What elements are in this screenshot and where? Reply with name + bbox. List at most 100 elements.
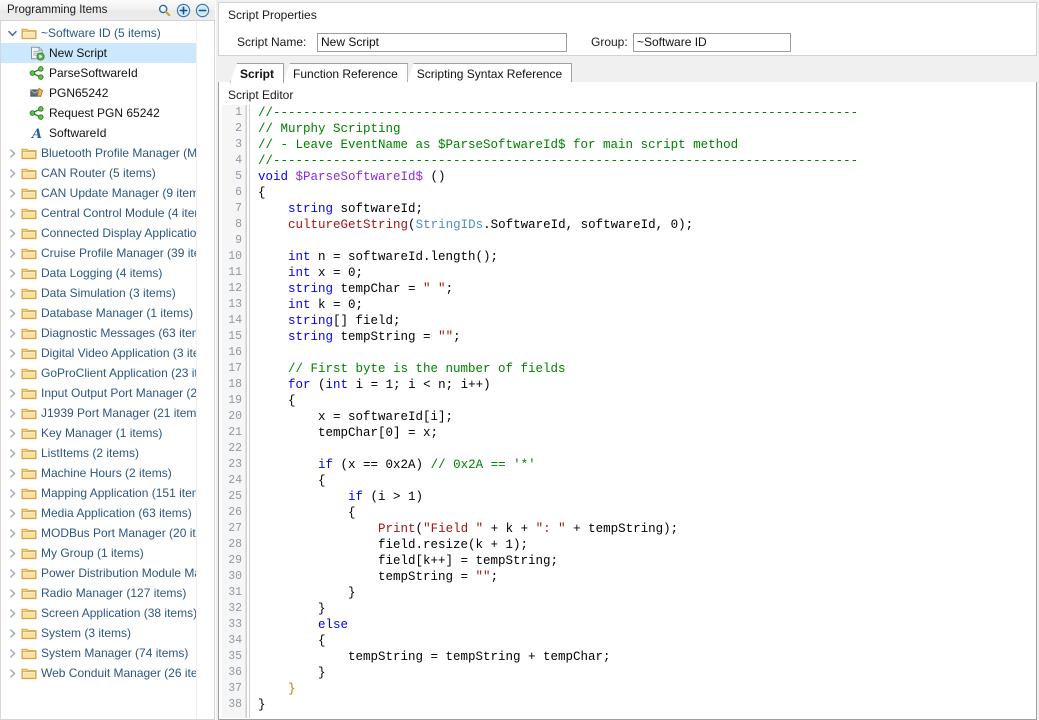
chevron-down-icon[interactable] <box>5 23 20 43</box>
code-line[interactable]: for (int i = 1; i < n; i++) <box>258 377 1033 393</box>
expand-all-icon[interactable] <box>176 3 191 18</box>
code-line[interactable]: int n = softwareId.length(); <box>258 249 1033 265</box>
code-line[interactable]: cultureGetString(StringIDs.SoftwareId, s… <box>258 217 1033 233</box>
chevron-right-icon[interactable] <box>5 663 20 683</box>
code-line[interactable]: int x = 0; <box>258 265 1033 281</box>
tree-group[interactable]: System Manager (74 items) <box>1 643 214 663</box>
code-line[interactable] <box>258 345 1033 361</box>
tab-script[interactable]: Script <box>230 63 285 83</box>
code-line[interactable]: int k = 0; <box>258 297 1033 313</box>
script-name-input[interactable] <box>317 32 567 52</box>
programming-items-tree-scroll[interactable]: ~Software ID (5 items) New Script ParseSof… <box>0 21 215 720</box>
code-line[interactable]: { <box>258 473 1033 489</box>
code-area[interactable]: 1 2 3 4 5 6 7 8 9 10 11 12 13 14 15 16 17 18 19 20 21 22 23 24 2… <box>222 104 1033 718</box>
tree-item[interactable]: PGN65242 <box>1 83 214 103</box>
collapse-all-icon[interactable] <box>195 3 210 18</box>
code-line[interactable]: //--------------------------------------… <box>258 105 1033 121</box>
code-line[interactable]: } <box>258 681 1033 697</box>
code-line[interactable]: //--------------------------------------… <box>258 153 1033 169</box>
code-line[interactable] <box>258 441 1033 457</box>
code-line[interactable]: void $ParseSoftwareId$ () <box>258 169 1033 185</box>
chevron-right-icon[interactable] <box>5 163 20 183</box>
tree-group[interactable]: CAN Router (5 items) <box>1 163 214 183</box>
chevron-right-icon[interactable] <box>5 303 20 323</box>
code-line[interactable]: // First byte is the number of fields <box>258 361 1033 377</box>
tree-group[interactable]: Input Output Port Manager (2 items) <box>1 383 214 403</box>
tree-group[interactable]: J1939 Port Manager (21 items) <box>1 403 214 423</box>
tree-group[interactable]: System (3 items) <box>1 623 214 643</box>
tree-group[interactable]: Cruise Profile Manager (39 items) <box>1 243 214 263</box>
tree-group[interactable]: Key Manager (1 items) <box>1 423 214 443</box>
chevron-right-icon[interactable] <box>5 223 20 243</box>
code-line[interactable]: } <box>258 697 1033 713</box>
tab-function-reference[interactable]: Function Reference <box>283 63 408 83</box>
code-line[interactable]: field[k++] = tempString; <box>258 553 1033 569</box>
tree-item[interactable]: Request PGN 65242 <box>1 103 214 123</box>
tree-group[interactable]: Screen Application (38 items) <box>1 603 214 623</box>
chevron-right-icon[interactable] <box>5 543 20 563</box>
tree-group[interactable]: ListItems (2 items) <box>1 443 214 463</box>
programming-items-tree[interactable]: ~Software ID (5 items) New Script ParseSof… <box>1 21 214 683</box>
tree-group[interactable]: CAN Update Manager (9 items) <box>1 183 214 203</box>
chevron-right-icon[interactable] <box>5 363 20 383</box>
chevron-right-icon[interactable] <box>5 643 20 663</box>
tree-group[interactable]: Web Conduit Manager (26 items) <box>1 663 214 683</box>
chevron-right-icon[interactable] <box>5 423 20 443</box>
chevron-right-icon[interactable] <box>5 183 20 203</box>
chevron-right-icon[interactable] <box>5 403 20 423</box>
code-line[interactable] <box>258 233 1033 249</box>
code-line[interactable]: // - Leave EventName as $ParseSoftwareId… <box>258 137 1033 153</box>
code-line[interactable]: Print("Field " + k + ": " + tempString); <box>258 521 1033 537</box>
code-line[interactable]: x = softwareId[i]; <box>258 409 1033 425</box>
code-line[interactable]: tempString = tempString + tempChar; <box>258 649 1033 665</box>
tree-scrollbar-track[interactable] <box>196 21 214 719</box>
code-line[interactable]: tempChar[0] = x; <box>258 425 1033 441</box>
tree-group[interactable]: Power Distribution Module Manager <box>1 563 214 583</box>
tree-group[interactable]: Data Simulation (3 items) <box>1 283 214 303</box>
code-line[interactable]: else <box>258 617 1033 633</box>
code-line[interactable]: string[] field; <box>258 313 1033 329</box>
tree-group[interactable]: ~Software ID (5 items) <box>1 23 214 43</box>
chevron-right-icon[interactable] <box>5 263 20 283</box>
tree-group[interactable]: My Group (1 items) <box>1 543 214 563</box>
chevron-right-icon[interactable] <box>5 583 20 603</box>
tree-group[interactable]: Connected Display Application (26 items) <box>1 223 214 243</box>
code-line[interactable]: string tempChar = " "; <box>258 281 1033 297</box>
code-line[interactable]: field.resize(k + 1); <box>258 537 1033 553</box>
tab-scripting-syntax-reference[interactable]: Scripting Syntax Reference <box>406 63 573 83</box>
tree-group[interactable]: Diagnostic Messages (63 items) <box>1 323 214 343</box>
tree-group[interactable]: Media Application (63 items) <box>1 503 214 523</box>
code-line[interactable]: string tempString = ""; <box>258 329 1033 345</box>
chevron-right-icon[interactable] <box>5 203 20 223</box>
chevron-right-icon[interactable] <box>5 603 20 623</box>
tree-group[interactable]: Bluetooth Profile Manager (M2) (35 items… <box>1 143 214 163</box>
code-line[interactable]: { <box>258 633 1033 649</box>
chevron-right-icon[interactable] <box>5 483 20 503</box>
code-line[interactable]: { <box>258 393 1033 409</box>
code-line[interactable]: tempString = ""; <box>258 569 1033 585</box>
tree-group[interactable]: Digital Video Application (3 items) <box>1 343 214 363</box>
code-line[interactable]: string softwareId; <box>258 201 1033 217</box>
code-text[interactable]: //--------------------------------------… <box>250 105 1033 718</box>
code-line[interactable]: } <box>258 601 1033 617</box>
chevron-right-icon[interactable] <box>5 323 20 343</box>
tree-group[interactable]: GoProClient Application (23 items) <box>1 363 214 383</box>
chevron-right-icon[interactable] <box>5 243 20 263</box>
code-line[interactable]: if (x == 0x2A) // 0x2A == '*' <box>258 457 1033 473</box>
chevron-right-icon[interactable] <box>5 443 20 463</box>
chevron-right-icon[interactable] <box>5 523 20 543</box>
tree-item[interactable]: New Script <box>1 43 214 63</box>
chevron-right-icon[interactable] <box>5 283 20 303</box>
tree-group[interactable]: Database Manager (1 items) <box>1 303 214 323</box>
group-input[interactable] <box>633 32 791 52</box>
code-line[interactable]: // Murphy Scripting <box>258 121 1033 137</box>
chevron-right-icon[interactable] <box>5 563 20 583</box>
chevron-right-icon[interactable] <box>5 343 20 363</box>
tree-group[interactable]: Central Control Module (4 items) <box>1 203 214 223</box>
code-line[interactable]: { <box>258 185 1033 201</box>
tree-item[interactable]: A SoftwareId <box>1 123 214 143</box>
tree-group[interactable]: MODBus Port Manager (20 items) <box>1 523 214 543</box>
chevron-right-icon[interactable] <box>5 143 20 163</box>
chevron-right-icon[interactable] <box>5 383 20 403</box>
code-line[interactable]: } <box>258 585 1033 601</box>
